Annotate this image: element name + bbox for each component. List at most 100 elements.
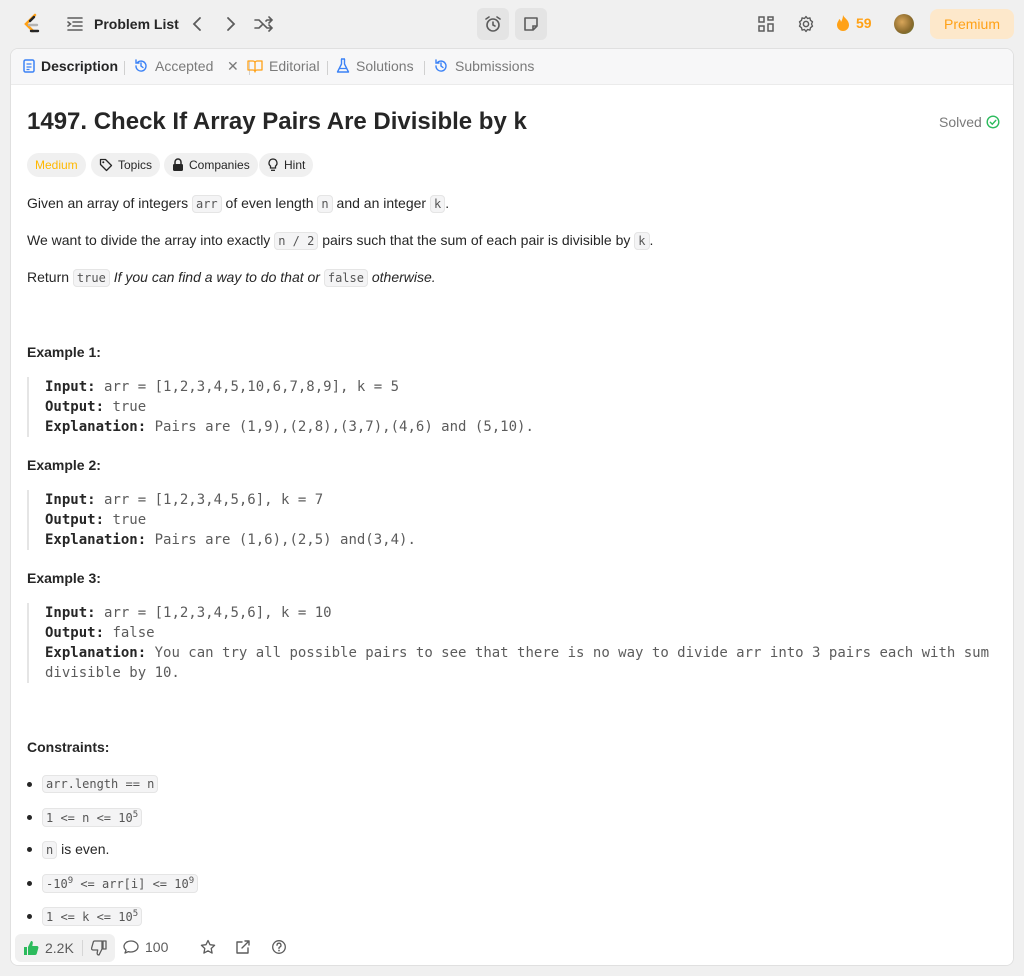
- comment-icon: [123, 940, 139, 954]
- shuffle-icon: [254, 16, 274, 32]
- constraint-item: n is even.: [27, 841, 110, 859]
- comment-count: 100: [145, 939, 169, 955]
- feedback-button[interactable]: [271, 939, 287, 955]
- output-value: true: [112, 512, 147, 528]
- text: 1 <= n <= 10: [46, 811, 133, 825]
- chevron-right-icon: [227, 17, 236, 31]
- text: 1 <= k <= 10: [46, 910, 133, 924]
- bullet-dot: [27, 846, 32, 852]
- inline-code: arr.length == n: [42, 775, 159, 793]
- constraints-title: Constraints:: [27, 739, 110, 755]
- close-tab-icon[interactable]: ✕: [227, 58, 239, 75]
- tab-description-label: Description: [41, 58, 119, 74]
- problem-list-label[interactable]: Problem List: [94, 16, 179, 32]
- inline-code: n: [42, 841, 58, 859]
- favorite-button[interactable]: [200, 939, 216, 955]
- inline-code: k: [634, 232, 650, 250]
- description-paragraph-2: We want to divide the array into exactly…: [27, 232, 654, 250]
- hint-chip[interactable]: Hint: [259, 153, 314, 177]
- output-label: Output:: [45, 625, 105, 641]
- tab-editorial-label: Editorial: [269, 58, 320, 74]
- streak-counter[interactable]: 59: [836, 14, 872, 32]
- comments-button[interactable]: 100: [123, 939, 168, 955]
- vote-group: 2.2K: [15, 934, 115, 962]
- tab-accepted-label: Accepted: [155, 58, 214, 74]
- top-bar: Problem List 59 Premium: [0, 0, 1024, 48]
- check-circle-icon: [986, 115, 1000, 129]
- constraint-item: arr.length == n: [27, 775, 159, 793]
- inline-code: k: [429, 195, 446, 213]
- explanation-value: Pairs are (1,6),(2,5) and(3,4).: [154, 532, 416, 548]
- layout-grid-icon: [758, 16, 774, 32]
- example-3-block: Input: arr = [1,2,3,4,5,6], k = 10 Outpu…: [27, 603, 997, 683]
- inline-code: 1 <= k <= 105: [42, 907, 143, 926]
- timer-button[interactable]: [477, 8, 509, 40]
- text: is even.: [57, 841, 110, 857]
- explanation-label: Explanation:: [45, 532, 147, 548]
- like-button[interactable]: 2.2K: [15, 934, 82, 962]
- dislike-button[interactable]: [83, 934, 115, 962]
- description-icon: [23, 59, 35, 73]
- notes-button[interactable]: [515, 8, 547, 40]
- input-label: Input:: [45, 605, 96, 621]
- text: pairs such that the sum of each pair is …: [318, 232, 635, 248]
- description-paragraph-3: Return true If you can find a way to do …: [27, 269, 436, 287]
- random-problem-button[interactable]: [252, 12, 276, 36]
- topics-label: Topics: [118, 158, 153, 172]
- difficulty-badge: Medium: [27, 153, 86, 177]
- star-icon: [200, 939, 216, 954]
- tab-accepted[interactable]: Accepted: [133, 58, 213, 74]
- description-paragraph-1: Given an array of integers arr of even l…: [27, 195, 450, 213]
- output-value: false: [112, 625, 155, 641]
- input-value: arr = [1,2,3,4,5,6], k = 7: [104, 492, 324, 508]
- external-link-icon: [236, 940, 250, 954]
- tag-icon: [99, 158, 113, 172]
- tab-solutions-label: Solutions: [356, 58, 414, 74]
- topics-chip[interactable]: Topics: [91, 153, 161, 177]
- tab-editorial[interactable]: Editorial: [247, 58, 320, 74]
- text: We want to divide the array into exactly: [27, 232, 275, 248]
- book-icon: [247, 60, 263, 73]
- settings-button[interactable]: [795, 13, 817, 35]
- share-button[interactable]: [235, 939, 251, 955]
- tab-submissions[interactable]: Submissions: [433, 58, 534, 74]
- avatar[interactable]: [894, 14, 914, 34]
- leetcode-logo-icon[interactable]: [20, 12, 44, 36]
- prev-problem-button[interactable]: [186, 12, 208, 36]
- text: .: [445, 195, 450, 211]
- superscript: 9: [188, 876, 195, 886]
- problem-list-icon[interactable]: [66, 15, 84, 33]
- text: -10: [46, 877, 68, 891]
- premium-button[interactable]: Premium: [930, 9, 1014, 39]
- constraint-item: 1 <= n <= 105: [27, 808, 143, 827]
- bullet-dot: [27, 781, 32, 787]
- companies-label: Companies: [189, 158, 250, 172]
- explanation-value: You can try all possible pairs to see th…: [154, 645, 990, 661]
- solved-status: Solved: [939, 114, 1000, 130]
- example-3-title: Example 3:: [27, 570, 101, 586]
- inline-code: arr: [191, 195, 222, 213]
- history-icon: [435, 59, 447, 72]
- tab-description[interactable]: Description: [23, 58, 118, 74]
- inline-code: 1 <= n <= 105: [42, 808, 143, 827]
- tab-solutions[interactable]: Solutions: [336, 58, 414, 74]
- constraint-item: -109 <= arr[i] <= 109: [27, 874, 199, 893]
- output-value: true: [112, 399, 147, 415]
- output-label: Output:: [45, 512, 105, 528]
- text: otherwise.: [371, 269, 436, 285]
- superscript: 5: [132, 909, 139, 919]
- next-problem-button[interactable]: [220, 12, 242, 36]
- input-label: Input:: [45, 379, 96, 395]
- layout-button[interactable]: [755, 13, 777, 35]
- text: .: [649, 232, 654, 248]
- flask-icon: [336, 58, 350, 73]
- like-count: 2.2K: [45, 940, 74, 956]
- explanation-value: Pairs are (1,9),(2,8),(3,7),(4,6) and (5…: [154, 419, 534, 435]
- output-label: Output:: [45, 399, 105, 415]
- text: <= arr[i] <= 10: [73, 877, 189, 891]
- explanation-value-continued: divisible by 10.: [45, 665, 180, 681]
- explanation-label: Explanation:: [45, 419, 147, 435]
- companies-chip[interactable]: Companies: [164, 153, 258, 177]
- fire-icon: [837, 15, 849, 31]
- gear-icon: [798, 15, 814, 33]
